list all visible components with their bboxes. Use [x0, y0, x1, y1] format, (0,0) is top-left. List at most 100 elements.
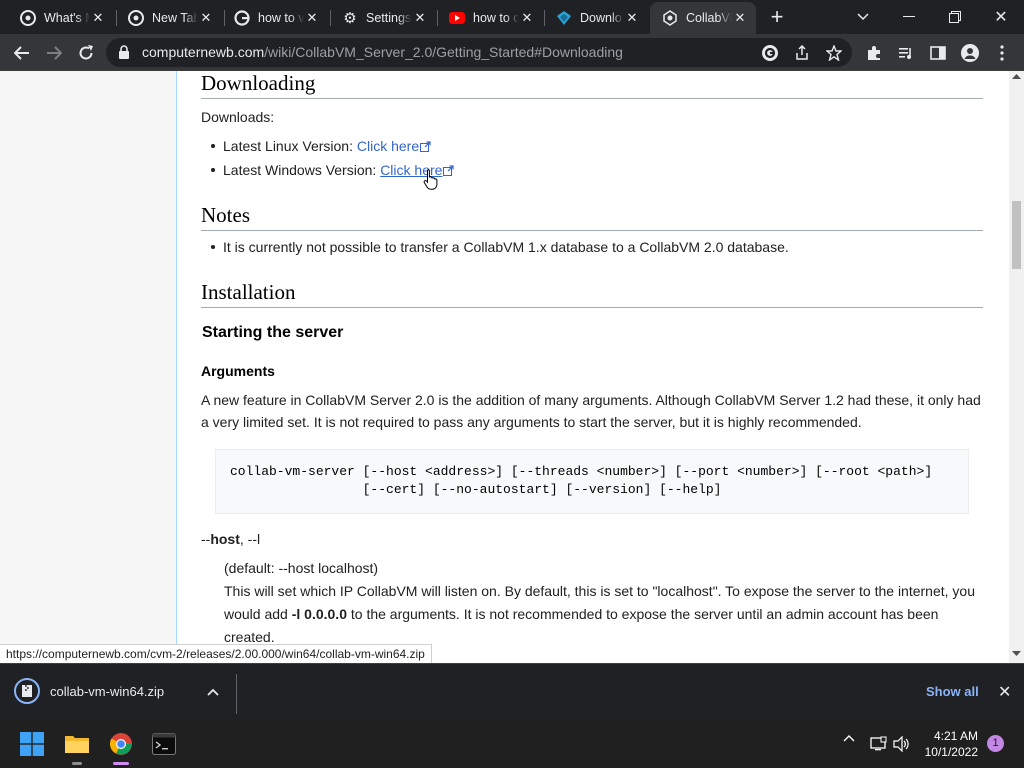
browser-toolbar: computernewb.com/wiki/CollabVM_Server_2.… [0, 34, 1024, 71]
media-control-icon[interactable] [892, 39, 920, 67]
tab-0[interactable]: What's M ✕ [8, 4, 114, 32]
shelf-divider [236, 674, 237, 714]
system-clock[interactable]: 4:21 AM 10/1/2022 [918, 728, 978, 760]
start-button[interactable] [14, 726, 50, 762]
bold-arg: -l 0.0.0.0 [291, 606, 347, 622]
bullet [211, 144, 215, 148]
text: to the arguments. It is not recommended … [346, 606, 939, 622]
clock-time: 4:21 AM [933, 729, 978, 743]
close-icon[interactable]: ✕ [519, 10, 535, 26]
reload-button[interactable] [72, 39, 100, 67]
volume-icon[interactable] [893, 736, 911, 752]
menu-kebab-icon[interactable] [988, 39, 1016, 67]
description-line: would add -l 0.0.0.0 to the arguments. I… [224, 603, 983, 626]
google-icon [234, 10, 250, 26]
forward-button[interactable] [40, 39, 68, 67]
vm-icon [556, 10, 572, 26]
close-icon[interactable]: ✕ [90, 10, 106, 26]
external-link-icon [420, 141, 431, 152]
close-window-button[interactable]: ✕ [978, 0, 1024, 34]
windows-logo-icon [20, 732, 44, 756]
share-icon[interactable] [792, 43, 812, 63]
download-shelf: collab-vm-win64.zip Show all ✕ [0, 663, 1024, 720]
paragraph-line: a very limited set. It is not required t… [201, 414, 862, 430]
page-scrollbar[interactable] [1009, 71, 1024, 663]
profile-avatar[interactable] [956, 39, 984, 67]
host-argument-term: --host, --l [201, 528, 260, 550]
folder-icon [65, 736, 89, 753]
code-line: collab-vm-server [--host <address>] [--t… [230, 464, 933, 479]
scroll-down-arrow-icon[interactable] [1012, 651, 1021, 657]
linux-download-link[interactable]: Click here [357, 138, 431, 154]
text: would add [224, 606, 292, 622]
tab-title: CollabVM [686, 11, 732, 25]
collabvm-icon [662, 10, 678, 26]
code-block[interactable]: collab-vm-server [--host <address>] [--t… [215, 449, 969, 514]
taskbar-terminal[interactable] [146, 726, 182, 762]
download-file-name: collab-vm-win64.zip [50, 683, 165, 699]
paragraph-line: A new feature in CollabVM Server 2.0 is … [201, 392, 981, 408]
url-path: /wiki/CollabVM_Server_2.0/Getting_Starte… [264, 44, 623, 60]
tab-1[interactable]: New Tab ✕ [116, 4, 222, 32]
tab-3[interactable]: ⚙ Settings ✕ [330, 4, 436, 32]
subheading-starting-server: Starting the server [202, 324, 344, 341]
tab-title: how to c [473, 11, 519, 25]
link-text[interactable]: Click here [357, 138, 419, 154]
chevron-up-icon[interactable] [207, 688, 219, 696]
scrollbar-thumb[interactable] [1012, 201, 1021, 269]
taskbar-chrome[interactable] [103, 726, 139, 765]
bookmark-star-icon[interactable] [824, 43, 844, 63]
code-line: [--cert] [--no-autostart] [--version] [-… [230, 482, 722, 497]
linux-version-label: Latest Linux Version: [223, 138, 353, 154]
running-indicator [72, 762, 82, 765]
google-lens-icon[interactable] [760, 43, 780, 63]
close-icon[interactable]: ✕ [304, 10, 320, 26]
close-icon[interactable]: ✕ [412, 10, 428, 26]
new-tab-button[interactable]: + [765, 6, 789, 30]
web-page[interactable]: Downloading Downloads: Latest Linux Vers… [0, 71, 1024, 663]
active-indicator [113, 762, 129, 765]
tab-title: What's M [44, 11, 90, 25]
chrome-icon [128, 10, 144, 26]
side-panel-icon[interactable] [924, 39, 952, 67]
address-bar[interactable]: computernewb.com/wiki/CollabVM_Server_2.… [106, 38, 852, 67]
hand-cursor-icon [423, 169, 438, 190]
tab-title: Settings [366, 11, 412, 25]
lock-icon[interactable] [118, 45, 130, 64]
clock-date: 10/1/2022 [924, 745, 978, 759]
tab-2[interactable]: how to v ✕ [222, 4, 328, 32]
downloads-label: Downloads: [201, 109, 275, 125]
tab-title: Downlo [580, 11, 622, 25]
back-button[interactable] [8, 39, 36, 67]
tab-6-active[interactable]: CollabVM ✕ [650, 2, 756, 34]
description-line: This will set which IP CollabVM will lis… [224, 583, 975, 599]
restore-button[interactable] [932, 0, 978, 34]
network-icon[interactable] [869, 736, 887, 752]
chrome-icon [109, 733, 132, 755]
notification-badge[interactable]: 1 [987, 735, 1004, 752]
extensions-icon[interactable] [860, 39, 888, 67]
download-item[interactable]: collab-vm-win64.zip [14, 678, 164, 704]
taskbar-file-explorer[interactable] [59, 726, 95, 765]
show-hidden-icons-chevron[interactable] [843, 734, 855, 742]
minimize-button[interactable] [886, 0, 932, 34]
close-shelf-icon[interactable]: ✕ [998, 682, 1011, 702]
tab-5[interactable]: Downlo ✕ [544, 4, 648, 32]
arg-name: host [210, 531, 240, 547]
url-text: computernewb.com/wiki/CollabVM_Server_2.… [142, 44, 623, 60]
close-icon[interactable]: ✕ [732, 10, 748, 26]
section-heading-notes: Notes [201, 203, 983, 231]
subheading-arguments: Arguments [201, 363, 275, 379]
chrome-icon [20, 10, 36, 26]
tab-4[interactable]: how to c ✕ [437, 4, 543, 32]
close-icon[interactable]: ✕ [198, 10, 214, 26]
show-all-button[interactable]: Show all [926, 684, 979, 699]
tab-title: New Tab [152, 11, 198, 25]
scroll-up-arrow-icon[interactable] [1012, 74, 1021, 80]
bullet [211, 168, 215, 172]
terminal-icon [152, 733, 176, 755]
link-status-bubble: https://computernewb.com/cvm-2/releases/… [0, 644, 432, 663]
tab-search-icon[interactable] [840, 0, 886, 34]
close-icon[interactable]: ✕ [624, 10, 640, 26]
note-item: It is currently not possible to transfer… [223, 239, 789, 255]
